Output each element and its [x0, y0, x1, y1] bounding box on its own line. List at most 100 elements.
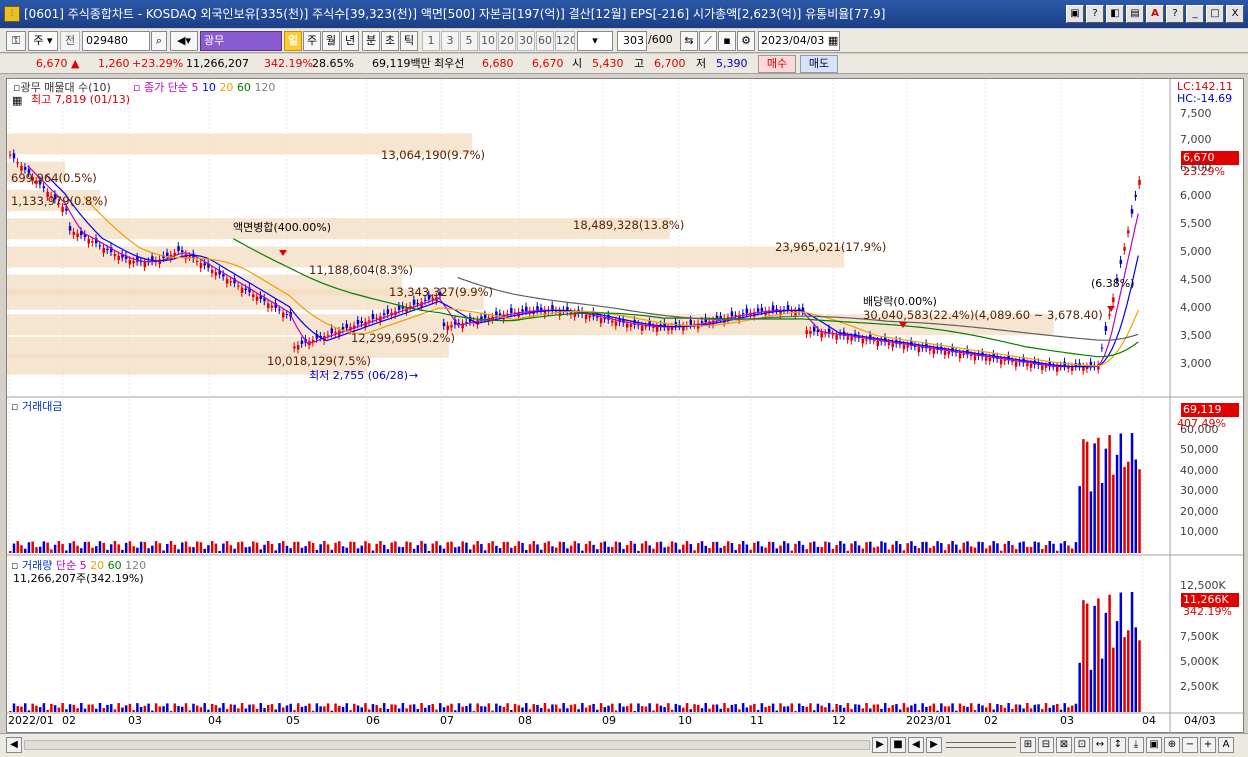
amount-bar: [850, 543, 853, 553]
volume-bar: [136, 703, 139, 712]
amount-bar: [468, 549, 472, 553]
candle: [255, 296, 259, 301]
forward-icon[interactable]: ▶: [926, 737, 942, 753]
save-icon[interactable]: ▪: [718, 31, 736, 51]
candle: [906, 345, 909, 348]
candle: [68, 226, 72, 231]
chart-tool-icon[interactable]: ⊠: [1056, 737, 1072, 753]
interval-30[interactable]: 30: [517, 31, 535, 51]
amount-bar: [278, 543, 281, 553]
volume-bar: [599, 703, 603, 712]
code-prefix-button[interactable]: 전: [60, 31, 80, 51]
zoom-in-icon[interactable]: +: [1200, 737, 1216, 753]
volume-bar: [584, 707, 588, 712]
count-input[interactable]: 303: [617, 31, 647, 51]
tab-tick[interactable]: 틱: [400, 31, 418, 51]
candle: [962, 353, 966, 355]
amount-bar: [1052, 543, 1055, 553]
play-icon[interactable]: ▶: [872, 737, 888, 753]
interval-custom-select[interactable]: ▾: [577, 31, 613, 51]
line-tool-icon[interactable]: ⟋: [699, 31, 717, 51]
close-button[interactable]: X: [1226, 5, 1244, 23]
interval-120[interactable]: 120: [555, 31, 575, 51]
chart-tool-icon[interactable]: ↕: [1110, 737, 1126, 753]
settings-icon[interactable]: ⚙: [737, 31, 755, 51]
stop-icon[interactable]: ■: [890, 737, 906, 753]
volume-bar: [132, 709, 135, 712]
compare-icon[interactable]: ⇆: [680, 31, 698, 51]
volume-bar: [341, 706, 345, 712]
interval-60[interactable]: 60: [536, 31, 554, 51]
open-price: 5,430: [592, 57, 624, 70]
help-icon[interactable]: ?: [1086, 5, 1104, 23]
stock-name-field[interactable]: 광무: [200, 31, 282, 51]
scroll-left-icon[interactable]: ◀: [6, 737, 22, 753]
zoom-out-icon[interactable]: −: [1182, 737, 1198, 753]
stock-code-input[interactable]: 029480: [82, 31, 150, 51]
amount-bar: [756, 541, 760, 553]
tab-monthly[interactable]: 월: [322, 31, 340, 51]
volume-bar: [442, 707, 446, 712]
amount-bar: [1048, 541, 1052, 553]
chart-tool-icon[interactable]: ▣: [1146, 737, 1162, 753]
chart-tool-icon[interactable]: ⊡: [1074, 737, 1090, 753]
amount-bar: [543, 542, 547, 553]
tab-yearly[interactable]: 년: [341, 31, 359, 51]
amount-bar: [95, 546, 98, 553]
amount-bar: [584, 543, 588, 553]
volume-bar: [536, 704, 539, 712]
maximize-button[interactable]: □: [1206, 5, 1224, 23]
interval-20[interactable]: 20: [498, 31, 516, 51]
amount-bar: [913, 545, 917, 553]
chart-area[interactable]: ▫광무 매물대 수(10) ▫ 종가 단순 5 10 20 60 120 ▦ 최…: [6, 78, 1245, 734]
candle: [1119, 259, 1123, 264]
volume-bar: [951, 703, 954, 712]
speaker-icon[interactable]: ◀▾: [170, 31, 198, 51]
tab-daily[interactable]: 일: [284, 31, 302, 51]
interval-10[interactable]: 10: [479, 31, 497, 51]
candle: [891, 343, 894, 348]
amount-bar: [439, 545, 442, 553]
chart-tool-icon[interactable]: ⊟: [1038, 737, 1054, 753]
interval-3[interactable]: 3: [441, 31, 459, 51]
minimize-button[interactable]: _: [1186, 5, 1204, 23]
zoom-slider[interactable]: [946, 742, 1016, 748]
horizontal-scrollbar[interactable]: [24, 740, 870, 750]
market-type-select[interactable]: 주 ▾: [28, 31, 58, 51]
amount-bar: [992, 541, 995, 553]
amount-bar: [678, 549, 681, 553]
layout-icon[interactable]: ◧: [1106, 5, 1124, 23]
chart-tool-icon[interactable]: ⊞: [1020, 737, 1036, 753]
amount-bar: [472, 544, 476, 553]
tab-minute[interactable]: 분: [362, 31, 380, 51]
volume-bar: [35, 705, 38, 712]
amount-bar: [166, 543, 169, 553]
chart-tool-icon[interactable]: ⤓: [1128, 737, 1144, 753]
tab-weekly[interactable]: 주: [303, 31, 321, 51]
volume-bar: [596, 709, 599, 712]
info-icon[interactable]: ?: [1166, 5, 1184, 23]
amount-bar: [715, 541, 719, 553]
grid-icon[interactable]: ▦: [12, 94, 22, 107]
rewind-icon[interactable]: ◀: [908, 737, 924, 753]
font-size-icon[interactable]: A: [1218, 737, 1234, 753]
tab-second[interactable]: 초: [381, 31, 399, 51]
buy-button[interactable]: 매수: [758, 55, 796, 73]
link-icon[interactable]: ▣: [1066, 5, 1084, 23]
zoom-icon[interactable]: ⊕: [1164, 737, 1180, 753]
amount-bar: [27, 542, 31, 553]
date-input[interactable]: 2023/04/03 ▦: [758, 31, 840, 51]
lock-icon[interactable]: ⚿: [6, 31, 26, 51]
amount-bar: [704, 545, 708, 553]
amount-bar: [453, 547, 457, 553]
interval-5[interactable]: 5: [460, 31, 478, 51]
candle: [917, 347, 921, 353]
amount-bar: [820, 546, 823, 553]
sell-button[interactable]: 매도: [800, 55, 838, 73]
font-icon[interactable]: A: [1146, 5, 1164, 23]
chart-tool-icon[interactable]: ↔: [1092, 737, 1108, 753]
print-icon[interactable]: ▤: [1126, 5, 1144, 23]
interval-1[interactable]: 1: [422, 31, 440, 51]
amount-bar: [390, 542, 393, 553]
search-icon[interactable]: ⌕: [151, 31, 167, 51]
